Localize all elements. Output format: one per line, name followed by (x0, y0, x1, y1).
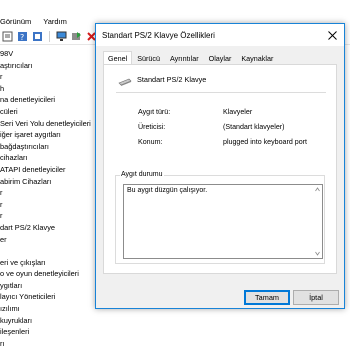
properties-dialog: Standart PS/2 Klavye Özellikleri Genel S… (95, 23, 345, 309)
divider (116, 92, 326, 93)
tree-item[interactable]: ygıtları (0, 280, 100, 292)
device-type-value: Klavyeler (223, 108, 253, 116)
tree-item[interactable]: Seri Veri Yolu denetleyicileri (0, 118, 100, 130)
tab-details[interactable]: Ayrıntılar (165, 52, 204, 64)
tree-item[interactable]: cüleri (0, 106, 100, 118)
keyboard-icon (118, 78, 132, 86)
tree-item[interactable]: ileşenleri (0, 326, 100, 338)
tree-item[interactable]: ATAPI denetleyiciler (0, 164, 100, 176)
tree-item[interactable] (0, 245, 100, 257)
tree-item[interactable]: r (0, 199, 100, 211)
tree-item[interactable]: abirim Cihazları (0, 176, 100, 188)
device-name: Standart PS/2 Klavye (137, 75, 207, 84)
cancel-button[interactable]: İptal (293, 290, 339, 305)
tree-item[interactable]: rı (0, 338, 100, 350)
manufacturer-label: Üreticisi: (138, 123, 166, 131)
properties-icon[interactable] (2, 31, 13, 42)
general-panel: Standart PS/2 Klavye Aygıt türü: Klavyel… (103, 64, 337, 274)
close-icon[interactable] (326, 29, 338, 41)
details-icon[interactable] (32, 31, 43, 42)
dialog-title: Standart PS/2 Klavye Özellikleri (102, 30, 215, 40)
tree-item[interactable]: na denetleyicileri (0, 94, 100, 106)
location-value: plugged into keyboard port (223, 138, 308, 146)
tree-item[interactable]: layıcı Yöneticileri (0, 291, 100, 303)
ok-button[interactable]: Tamam (244, 290, 290, 305)
help-icon[interactable]: ? (17, 31, 28, 42)
tree-item-keyboard[interactable]: dart PS/2 Klavye (0, 222, 100, 234)
tree-item[interactable]: cihazları (0, 152, 100, 164)
tree-item[interactable]: bağdaştırıcıları (0, 141, 100, 153)
device-status-title: Aygıt durumu (120, 171, 164, 178)
scroll-up-icon[interactable] (315, 187, 320, 192)
device-type-label: Aygıt türü: (138, 108, 171, 116)
device-status-group: Aygıt durumu Bu aygıt düzgün çalışıyor. (115, 171, 325, 264)
device-status-textbox[interactable]: Bu aygıt düzgün çalışıyor. (123, 184, 323, 259)
tab-strip: Genel Sürücü Ayrıntılar Olaylar Kaynakla… (103, 51, 278, 65)
device-status-text: Bu aygıt düzgün çalışıyor. (127, 187, 208, 194)
tree-item[interactable]: 98V (0, 48, 100, 60)
menu-help[interactable]: Yardım (43, 17, 67, 26)
tree-item[interactable]: kuyrukları (0, 315, 100, 327)
tree-item[interactable]: h (0, 83, 100, 95)
toolbar-separator (49, 31, 50, 42)
tab-general[interactable]: Genel (103, 51, 133, 65)
update-driver-icon[interactable] (71, 31, 82, 42)
tree-item[interactable]: iğer işaret aygıtları (0, 129, 100, 141)
location-label: Konum: (138, 138, 163, 146)
tree-item[interactable]: r (0, 187, 100, 199)
tab-events[interactable]: Olaylar (204, 52, 237, 64)
tree-item[interactable]: r (0, 71, 100, 83)
scroll-down-icon[interactable] (315, 251, 320, 256)
tab-resources[interactable]: Kaynaklar (236, 52, 278, 64)
dialog-titlebar[interactable]: Standart PS/2 Klavye Özellikleri (96, 24, 344, 46)
tree-item[interactable]: ızılımı (0, 303, 100, 315)
monitor-icon[interactable] (56, 31, 67, 42)
menu-view[interactable]: Görünüm (0, 17, 31, 26)
svg-text:?: ? (20, 33, 24, 42)
tree-item[interactable]: o ve oyun denetleyicileri (0, 268, 100, 280)
tab-driver[interactable]: Sürücü (132, 52, 165, 64)
tree-item[interactable]: eri ve çıkışları (0, 257, 100, 269)
device-tree: 98V aştırıcıları r h na denetleyicileri … (0, 48, 100, 350)
tree-item[interactable]: er (0, 234, 100, 246)
tree-item[interactable]: aştırıcıları (0, 60, 100, 72)
tree-item[interactable]: r (0, 210, 100, 222)
manufacturer-value: (Standart klavyeler) (223, 123, 285, 131)
